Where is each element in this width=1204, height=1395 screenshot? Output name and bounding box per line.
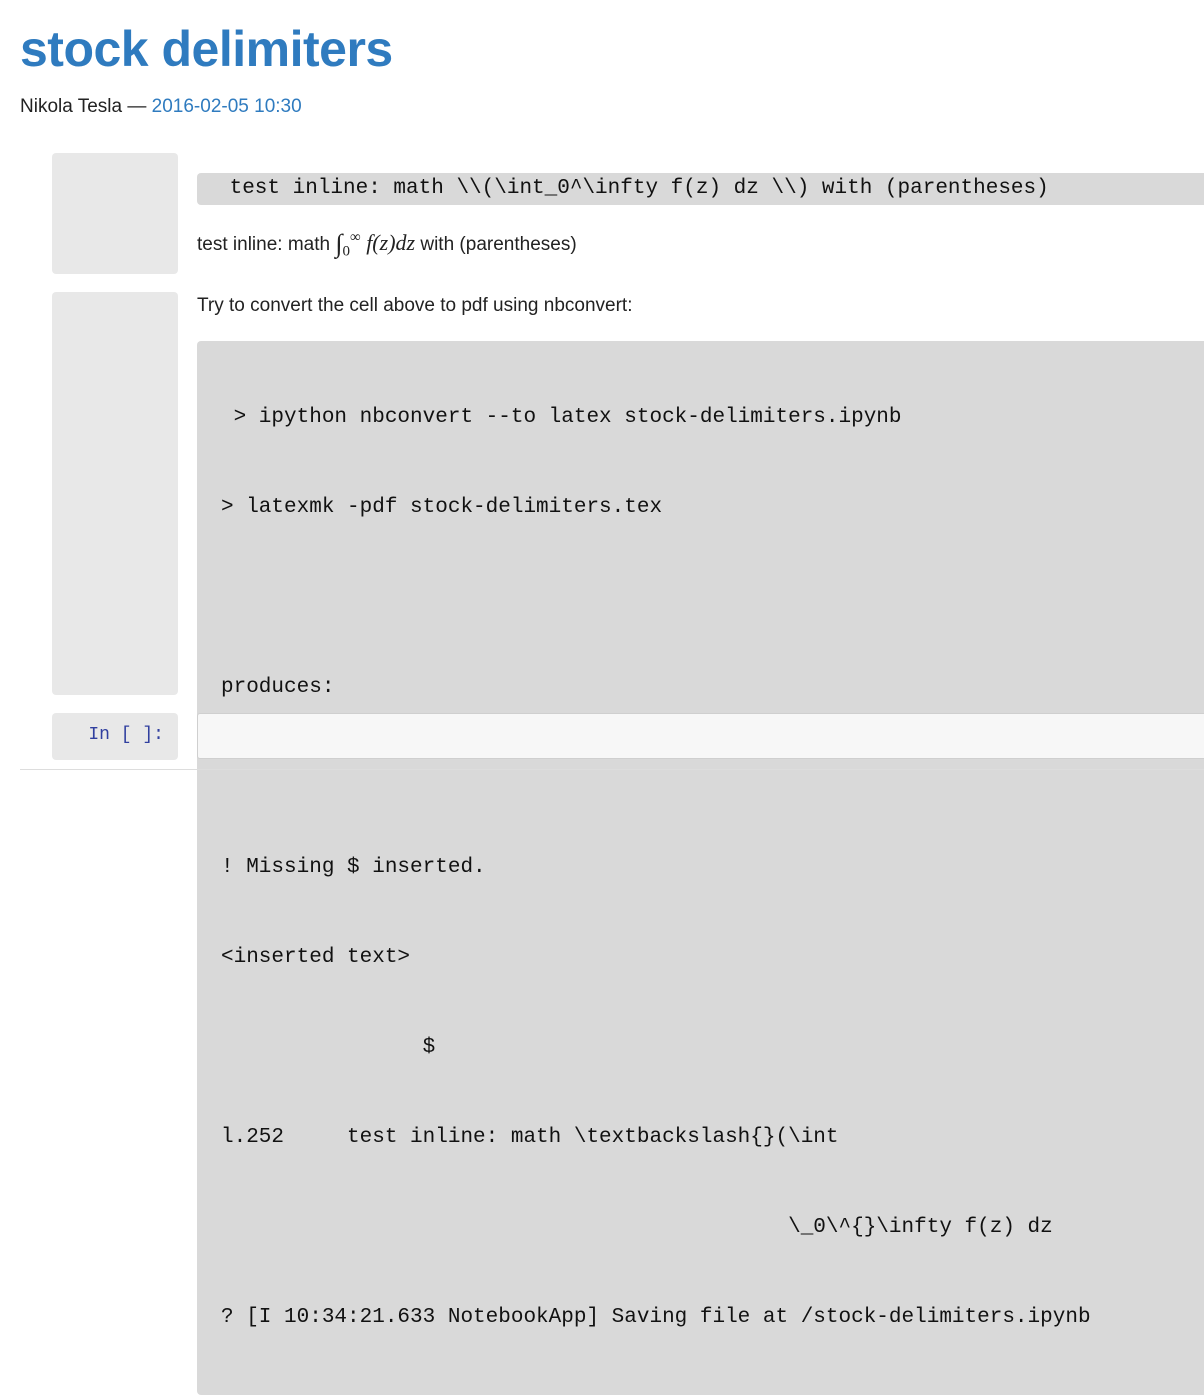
code-line: <inserted text> <box>221 946 411 969</box>
markdown-cell-2[interactable]: Try to convert the cell above to pdf usi… <box>197 295 1204 1395</box>
code-line: \_0\^{}\infty f(z) dz <box>221 1216 1053 1239</box>
post-date-link[interactable]: 2016-02-05 10:30 <box>152 96 302 117</box>
input-prompt-label: In [ ]: <box>88 725 164 745</box>
author-name: Nikola Tesla <box>20 96 123 117</box>
code-line: > latexmk -pdf stock-delimiters.tex <box>221 496 663 519</box>
inline-code-line: test inline: math \\(\int_0^\infty f(z) … <box>197 173 1204 205</box>
code-line: ! Missing $ inserted. <box>221 856 486 879</box>
cell-prompt-2 <box>52 292 178 695</box>
code-line: l.252 test inline: math \textbackslash{}… <box>221 1126 839 1149</box>
code-line: > ipython nbconvert --to latex stock-del… <box>221 406 902 429</box>
math-body: f(z)dz <box>366 230 416 255</box>
error-output-block: > ipython nbconvert --to latex stock-del… <box>197 341 1204 1395</box>
byline-separator: — <box>127 96 147 117</box>
code-line: produces: <box>221 676 335 699</box>
page-title: stock delimiters <box>20 21 393 77</box>
cell-prompt-1 <box>52 153 178 274</box>
divider <box>20 769 1204 770</box>
math-lower-bound: 0 <box>342 243 350 260</box>
cell-prompt-3: In [ ]: <box>52 713 178 760</box>
markdown-cell-1[interactable]: test inline: math \\(\int_0^\infty f(z) … <box>197 173 1204 260</box>
code-line: ? [I 10:34:21.633 NotebookApp] Saving fi… <box>221 1306 1091 1329</box>
rendered-prefix: test inline: math <box>197 234 331 255</box>
math-integral: ∫0∞ f(z)dz <box>335 229 416 260</box>
code-line: $ <box>221 1036 436 1059</box>
byline: Nikola Tesla — 2016-02-05 10:30 <box>20 96 302 118</box>
cell-intro-text: Try to convert the cell above to pdf usi… <box>197 295 633 316</box>
math-upper-bound: ∞ <box>349 229 361 246</box>
rendered-inline-math-text: test inline: math ∫0∞ f(z)dz with (paren… <box>197 227 1204 260</box>
rendered-suffix: with (parentheses) <box>420 234 577 255</box>
code-cell-input[interactable] <box>197 713 1204 759</box>
